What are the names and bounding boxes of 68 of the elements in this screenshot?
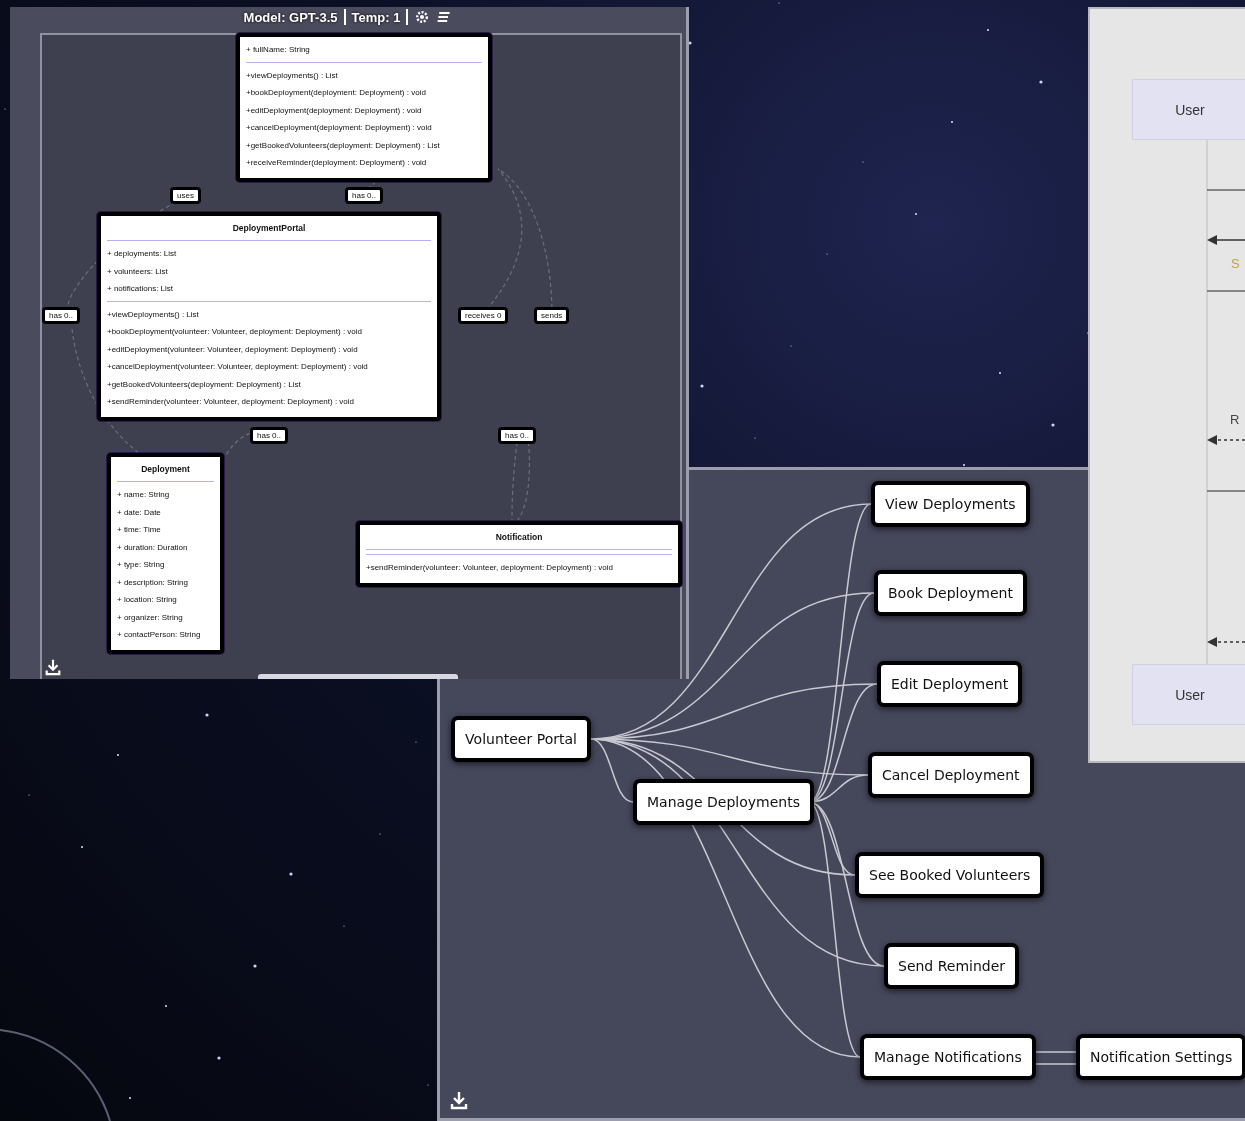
- class-box[interactable]: Notification +sendReminder(volunteer: Volunteer, deployment: Deployment) : void: [356, 521, 682, 587]
- class-attribute: + contactPerson: String: [117, 629, 202, 641]
- mindmap-node[interactable]: Notification Settings: [1076, 1034, 1245, 1080]
- mindmap-node[interactable]: Volunteer Portal: [451, 716, 591, 762]
- mindmap-node[interactable]: Edit Deployment: [877, 661, 1023, 707]
- class-box[interactable]: [236, 33, 492, 182]
- class-method: +editDeployment(deployment: Deployment) : void: [246, 104, 423, 117]
- class-box[interactable]: [97, 212, 441, 421]
- participant-box: User: [1132, 79, 1245, 140]
- connector-line: [1033, 1051, 1077, 1065]
- scrollbar-thumb[interactable]: [258, 674, 458, 679]
- edge-label: has 0..: [42, 307, 80, 324]
- class-attribute: + location: String: [117, 594, 178, 606]
- message-arrow: [1207, 435, 1245, 445]
- message-line: [1206, 290, 1245, 292]
- message-line: [1206, 490, 1245, 492]
- class-method: +editDeployment(volunteer: Volunteer, deployment: Deployment) : void: [107, 343, 359, 356]
- mindmap-node[interactable]: Manage Notifications: [860, 1034, 1036, 1080]
- class-attribute: + date: Date: [117, 506, 162, 519]
- class-method: +sendReminder(volunteer: Volunteer, deployment: Deployment) : void: [107, 396, 356, 408]
- mindmap-node[interactable]: Cancel Deployment: [868, 752, 1034, 798]
- class-method: +cancelDeployment(volunteer: Volunteer, deployment: Deployment) : void: [107, 361, 369, 373]
- temperature-label[interactable]: Temp: 1: [351, 9, 401, 25]
- class-method: +getBookedVolunteers(deployment: Deployment) : List: [246, 139, 441, 152]
- class-attribute: + description: String: [117, 576, 189, 589]
- class-attribute: + name: String: [117, 489, 171, 501]
- class-name: DeploymentPortal: [231, 222, 307, 235]
- download-icon[interactable]: [449, 1090, 469, 1110]
- class-attribute: + time: Time: [117, 524, 162, 536]
- class-attribute: + type: String: [117, 559, 166, 571]
- edge-label: has 0..: [498, 427, 536, 444]
- class-attribute: + fullName: String: [246, 44, 311, 56]
- participant-box: User: [1132, 664, 1245, 725]
- class-attribute: + organizer: String: [117, 611, 184, 624]
- model-label[interactable]: Model: GPT-3.5: [243, 9, 338, 25]
- class-method: +bookDeployment(deployment: Deployment) : void: [246, 87, 427, 99]
- message-label: S: [1231, 256, 1240, 271]
- class-method: +getBookedVolunteers(deployment: Deployment) : List: [107, 378, 302, 391]
- mindmap-node[interactable]: Manage Deployments: [633, 779, 814, 825]
- mindmap-node[interactable]: Send Reminder: [884, 943, 1020, 989]
- download-icon[interactable]: [44, 658, 62, 676]
- edge-label: receives 0: [458, 307, 509, 324]
- class-method: +viewDeployments() : List: [246, 69, 339, 82]
- mindmap-node[interactable]: View Deployments: [871, 481, 1030, 527]
- message-arrow: [1207, 235, 1245, 245]
- class-attribute: + deployments: List: [107, 248, 178, 260]
- class-method: +cancelDeployment(deployment: Deployment) : void: [246, 122, 433, 134]
- class-attribute: + duration: Duration: [117, 541, 189, 554]
- mindmap-node[interactable]: Book Deployment: [874, 570, 1027, 616]
- mindmap-node[interactable]: See Booked Volunteers: [855, 852, 1045, 898]
- class-method: +bookDeployment(volunteer: Volunteer, deployment: Deployment) : void: [107, 326, 364, 338]
- edge-label: has 0..: [250, 427, 288, 444]
- edge-label: uses: [170, 187, 201, 204]
- class-method: +receiveReminder(deployment: Deployment) : void: [246, 157, 428, 169]
- message-label: R: [1230, 412, 1240, 427]
- menu-icon[interactable]: [436, 9, 453, 25]
- class-name: Deployment: [140, 463, 191, 476]
- settings-icon[interactable]: [414, 9, 431, 25]
- message-arrow: [1207, 637, 1245, 647]
- class-method: +viewDeployments() : List: [107, 308, 200, 321]
- class-box[interactable]: Deployment + name: String + date: Date + time: Time + duration: Duration + type: String + description: String + location: String + organizer: String + contactPerson: String: [107, 453, 224, 654]
- class-attribute: + notifications: List: [107, 283, 175, 295]
- message-line: [1206, 189, 1245, 191]
- class-method: +sendReminder(volunteer: Volunteer, deployment: Deployment) : void: [366, 562, 615, 574]
- class-name: Notification: [494, 531, 544, 544]
- edge-label: has 0..: [345, 187, 383, 204]
- class-attribute: + volunteers: List: [107, 265, 169, 278]
- edge-label: sends: [534, 307, 570, 324]
